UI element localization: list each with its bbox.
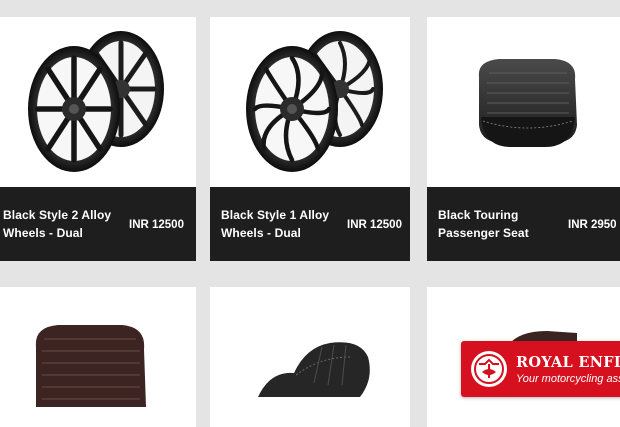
royal-enfield-assist-badge[interactable]: ROYAL ENFIELD Your motorcycling assist	[461, 341, 620, 397]
product-price: INR 12500	[129, 219, 184, 231]
product-info-bar: Black Touring Passenger Seat INR 2950	[427, 187, 620, 261]
royal-enfield-logo-icon	[471, 351, 507, 387]
product-price: INR 12500	[347, 219, 402, 231]
product-price: INR 2950	[568, 219, 617, 231]
product-image[interactable]	[427, 17, 620, 187]
product-image[interactable]	[210, 17, 410, 187]
badge-brand: ROYAL ENFIELD	[516, 354, 620, 371]
product-image[interactable]	[0, 287, 196, 427]
product-card[interactable]: Black Touring Passenger Seat INR 2950	[427, 17, 620, 261]
product-info-bar: Black Style 2 Alloy Wheels - Dual INR 12…	[0, 187, 196, 261]
product-card[interactable]: Black Style 1 Alloy Wheels - Dual INR 12…	[210, 17, 410, 261]
product-name[interactable]: Black Style 2 Alloy Wheels - Dual	[3, 206, 133, 242]
product-info-bar: Black Style 1 Alloy Wheels - Dual INR 12…	[210, 187, 410, 261]
product-name[interactable]: Black Touring Passenger Seat	[438, 206, 568, 242]
product-card[interactable]: Black Style 2 Alloy Wheels - Dual INR 12…	[0, 17, 196, 261]
product-image[interactable]	[210, 287, 410, 427]
product-card[interactable]	[0, 287, 196, 427]
product-card[interactable]	[210, 287, 410, 427]
product-name[interactable]: Black Style 1 Alloy Wheels - Dual	[221, 206, 351, 242]
product-image[interactable]	[0, 17, 196, 187]
badge-tagline: Your motorcycling assist	[516, 373, 620, 385]
